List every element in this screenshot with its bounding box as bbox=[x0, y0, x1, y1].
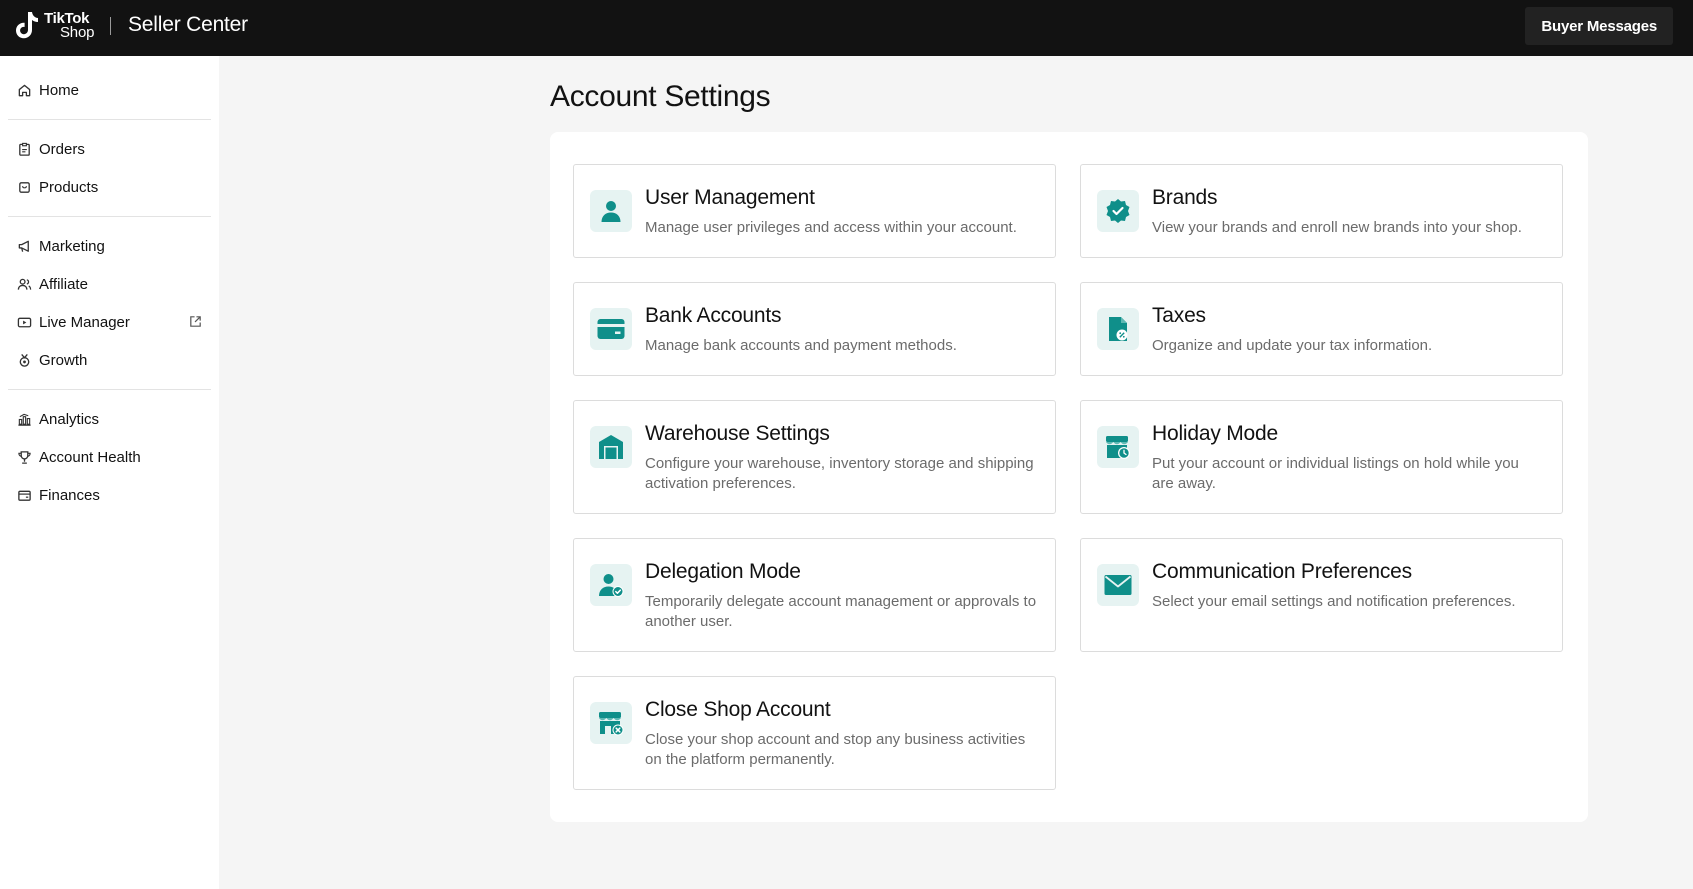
store-close-icon bbox=[590, 702, 632, 744]
app-title: Seller Center bbox=[128, 13, 248, 36]
bank-accounts-card[interactable]: Bank Accounts Manage bank accounts and p… bbox=[573, 282, 1056, 376]
home-icon bbox=[16, 82, 32, 98]
trophy-icon bbox=[16, 449, 32, 465]
card-title: Communication Preferences bbox=[1152, 560, 1412, 583]
card-title: Taxes bbox=[1152, 304, 1206, 327]
store-clock-icon bbox=[1097, 426, 1139, 468]
sidebar-item-marketing[interactable]: Marketing bbox=[8, 227, 211, 265]
sidebar-item-growth[interactable]: Growth bbox=[8, 341, 211, 379]
sidebar-item-label: Orders bbox=[39, 140, 85, 158]
page-title: Account Settings bbox=[550, 80, 771, 113]
top-bar: TikTok Shop Seller Center Buyer Messages bbox=[0, 0, 1693, 56]
card-description: View your brands and enroll new brands i… bbox=[1152, 219, 1522, 236]
close-shop-account-card[interactable]: Close Shop Account Close your shop accou… bbox=[573, 676, 1056, 790]
sidebar-item-label: Products bbox=[39, 178, 99, 196]
card-description: Manage user privileges and access within… bbox=[645, 219, 1017, 236]
tiktok-shop-logo[interactable]: TikTok Shop bbox=[14, 10, 94, 42]
nav-group-orders: Orders Products bbox=[8, 120, 211, 217]
clipboard-icon bbox=[16, 141, 32, 157]
sidebar-item-label: Account Health bbox=[39, 448, 141, 466]
taxes-card[interactable]: Taxes Organize and update your tax infor… bbox=[1080, 282, 1563, 376]
nav-group-marketing: Marketing Affiliate Live Manager Growth bbox=[8, 217, 211, 390]
video-icon bbox=[16, 314, 32, 330]
card-title: Bank Accounts bbox=[645, 304, 782, 327]
users-icon bbox=[16, 276, 32, 292]
sidebar-item-label: Growth bbox=[39, 351, 88, 369]
sidebar-item-label: Affiliate bbox=[39, 275, 88, 293]
wallet-icon bbox=[16, 487, 32, 503]
tax-document-icon bbox=[1097, 308, 1139, 350]
logo-wordmark: TikTok Shop bbox=[44, 11, 95, 41]
sidebar-item-label: Home bbox=[39, 81, 80, 99]
holiday-mode-card[interactable]: Holiday Mode Put your account or individ… bbox=[1080, 400, 1563, 514]
external-link-icon[interactable] bbox=[188, 314, 203, 329]
sidebar-item-affiliate[interactable]: Affiliate bbox=[8, 265, 211, 303]
nav-group-home: Home bbox=[8, 56, 211, 120]
medal-icon bbox=[16, 352, 32, 368]
card-description: Put your account or individual listings … bbox=[1152, 455, 1519, 492]
card-title: User Management bbox=[645, 186, 815, 209]
envelope-icon bbox=[1097, 564, 1139, 606]
card-title: Close Shop Account bbox=[645, 698, 831, 721]
card-description: Configure your warehouse, inventory stor… bbox=[645, 455, 1034, 492]
user-icon bbox=[590, 190, 632, 232]
megaphone-icon bbox=[16, 238, 32, 254]
brands-card[interactable]: Brands View your brands and enroll new b… bbox=[1080, 164, 1563, 258]
logo-divider bbox=[110, 17, 111, 35]
communication-preferences-card[interactable]: Communication Preferences Select your em… bbox=[1080, 538, 1563, 652]
warehouse-settings-card[interactable]: Warehouse Settings Configure your wareho… bbox=[573, 400, 1056, 514]
delegation-mode-card[interactable]: Delegation Mode Temporarily delegate acc… bbox=[573, 538, 1056, 652]
user-management-card[interactable]: User Management Manage user privileges a… bbox=[573, 164, 1056, 258]
card-description: Organize and update your tax information… bbox=[1152, 337, 1433, 354]
card-description: Manage bank accounts and payment methods… bbox=[645, 337, 957, 354]
sidebar-item-products[interactable]: Products bbox=[8, 168, 211, 206]
sidebar-item-account-health[interactable]: Account Health bbox=[8, 438, 211, 476]
warehouse-icon bbox=[590, 426, 632, 468]
buyer-messages-button[interactable]: Buyer Messages bbox=[1525, 7, 1673, 45]
sidebar-item-home[interactable]: Home bbox=[8, 71, 211, 109]
sidebar-item-label: Marketing bbox=[39, 237, 105, 255]
card-title: Warehouse Settings bbox=[645, 422, 830, 445]
sidebar-item-live-manager[interactable]: Live Manager bbox=[8, 303, 211, 341]
nav-group-analytics: Analytics Account Health Finances bbox=[8, 390, 211, 524]
sidebar-item-label: Analytics bbox=[39, 410, 100, 428]
sidebar-item-label: Live Manager bbox=[39, 313, 130, 331]
card-title: Holiday Mode bbox=[1152, 422, 1278, 445]
sidebar-item-finances[interactable]: Finances bbox=[8, 476, 211, 514]
user-check-icon bbox=[590, 564, 632, 606]
card-description: Close your shop account and stop any bus… bbox=[645, 731, 1026, 768]
card-description: Temporarily delegate account management … bbox=[645, 593, 1037, 630]
card-title: Brands bbox=[1152, 186, 1218, 209]
sidebar: Home Orders Products Marketing Affiliate… bbox=[0, 56, 219, 889]
settings-panel: User Management Manage user privileges a… bbox=[550, 132, 1588, 822]
logo-line-2: Shop bbox=[60, 24, 95, 41]
card-title: Delegation Mode bbox=[645, 560, 801, 583]
tiktok-logo-icon bbox=[16, 12, 38, 39]
bar-chart-icon bbox=[16, 411, 32, 427]
sidebar-item-analytics[interactable]: Analytics bbox=[8, 400, 211, 438]
card-description: Select your email settings and notificat… bbox=[1152, 593, 1516, 610]
box-icon bbox=[16, 179, 32, 195]
sidebar-item-orders[interactable]: Orders bbox=[8, 130, 211, 168]
verified-badge-icon bbox=[1097, 190, 1139, 232]
credit-card-icon bbox=[590, 308, 632, 350]
sidebar-item-label: Finances bbox=[39, 486, 100, 504]
